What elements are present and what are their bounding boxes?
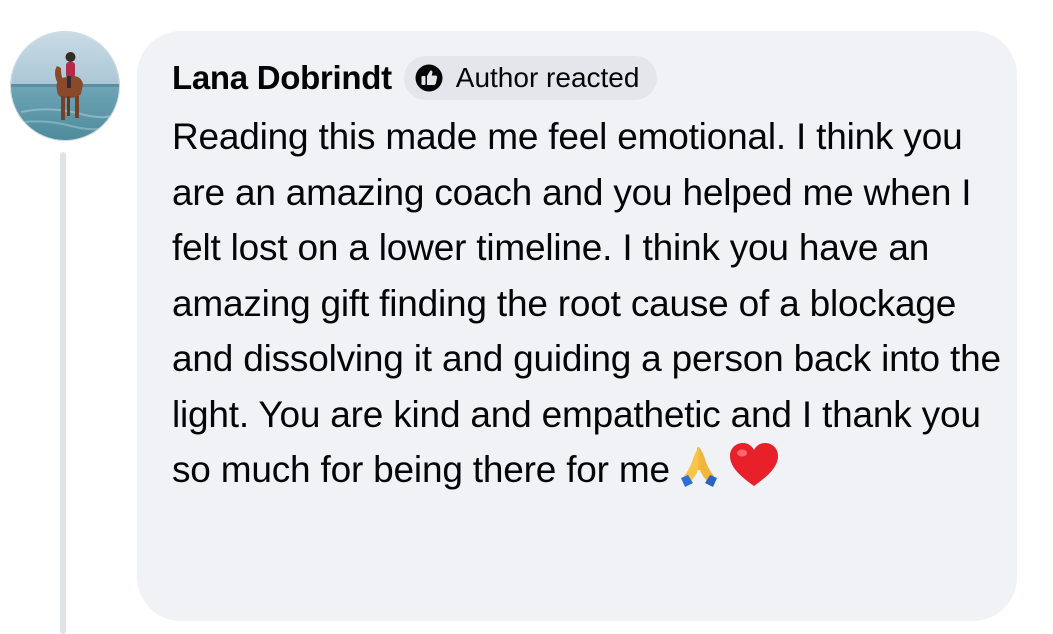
comment-body: Reading this made me feel emotional. I t… [172, 116, 1001, 490]
comment-bubble: Lana Dobrindt Author reacted Reading thi… [137, 31, 1017, 621]
badge-label: Author reacted [455, 62, 640, 93]
avatar-photo [11, 32, 119, 140]
author-reacted-badge: Author reacted [403, 56, 658, 100]
comment-header: Lana Dobrindt Author reacted [172, 55, 987, 101]
red-heart-emoji [728, 442, 780, 504]
author-name[interactable]: Lana Dobrindt [172, 59, 392, 97]
avatar[interactable] [10, 31, 120, 141]
thread-line [60, 152, 66, 634]
folded-hands-emoji [676, 444, 722, 504]
author-reaction-icon [414, 63, 444, 93]
comment-text: Reading this made me feel emotional. I t… [172, 109, 1002, 504]
comment-root: Lana Dobrindt Author reacted Reading thi… [0, 0, 1053, 634]
